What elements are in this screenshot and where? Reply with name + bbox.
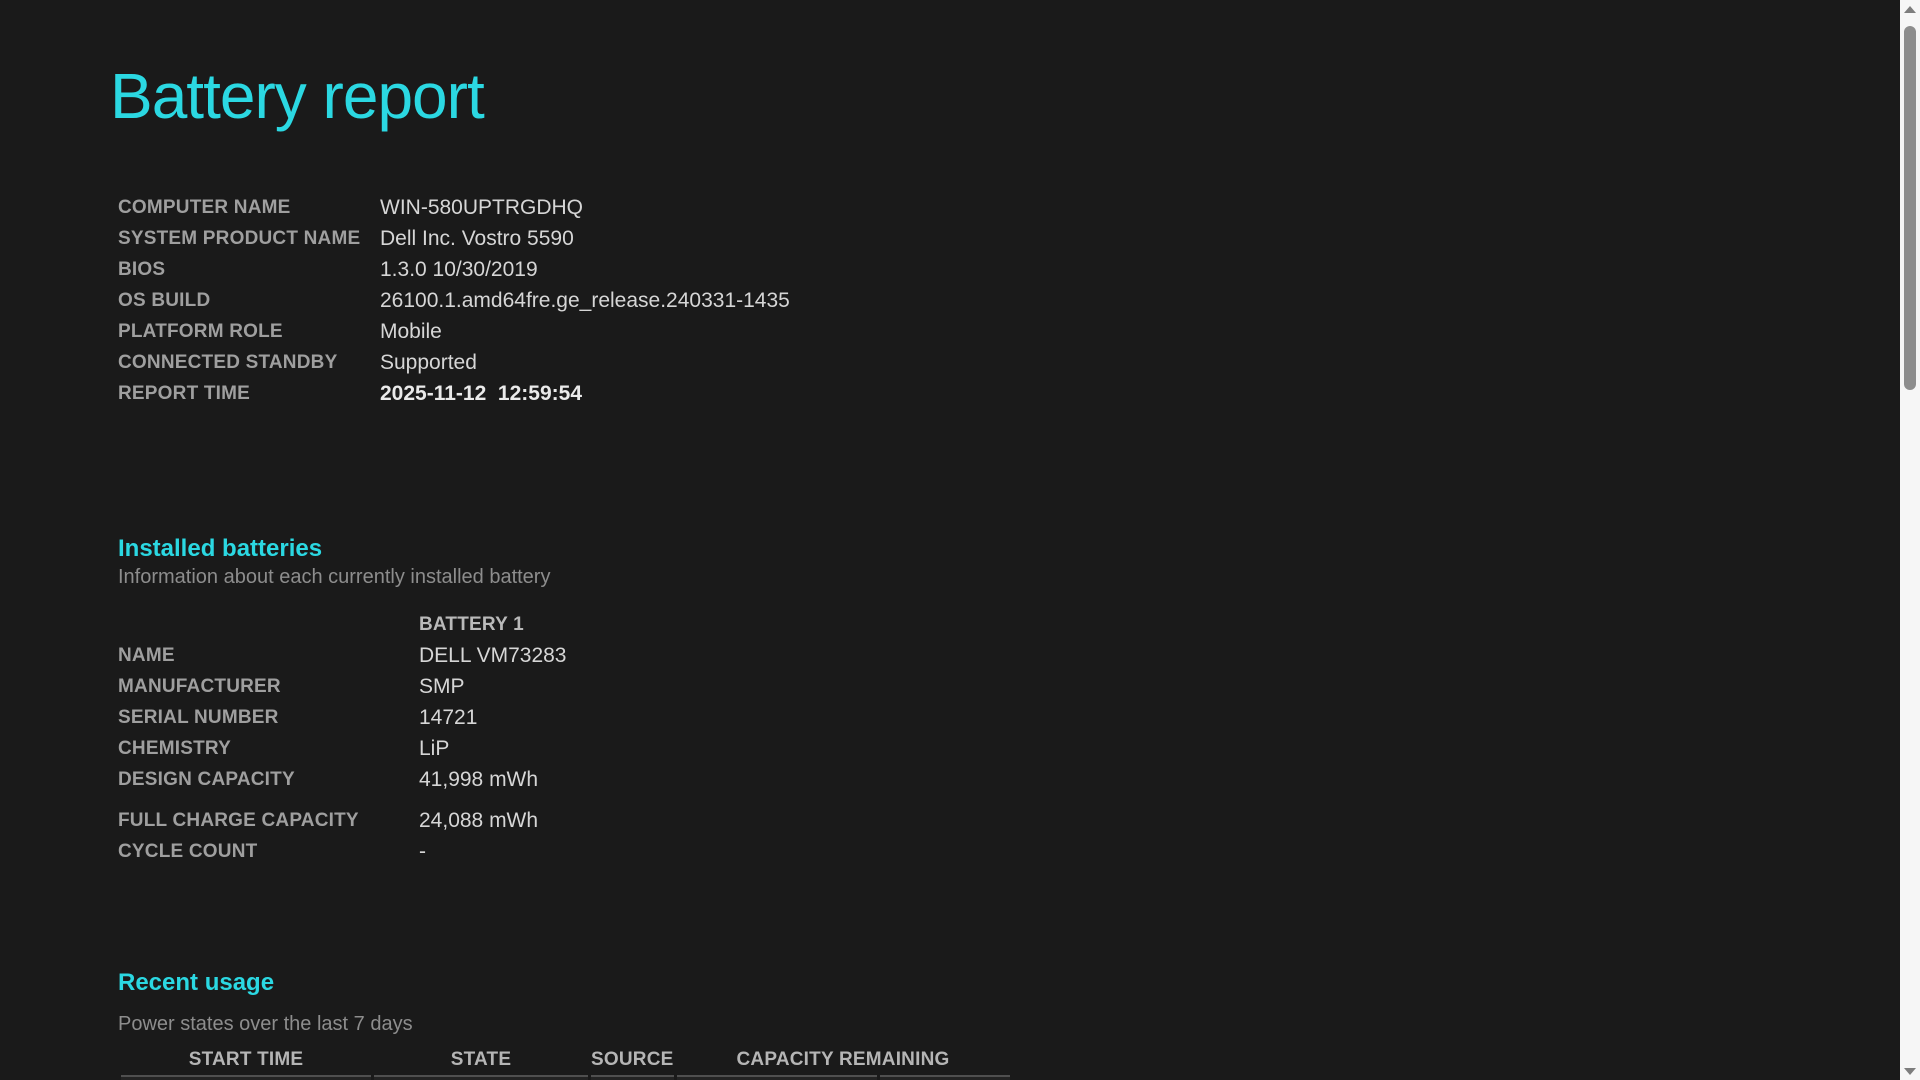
battery-manufacturer-value: SMP xyxy=(419,675,465,699)
battery-cycle-count-label: CYCLE COUNT xyxy=(118,841,258,863)
bios-label: BIOS xyxy=(118,258,166,280)
battery-design-capacity-value: 41,998 mWh xyxy=(419,768,539,792)
usage-cell xyxy=(591,1075,674,1080)
usage-table-header-row: START TIME STATE SOURCE CAPACITY REMAINI… xyxy=(121,1044,1010,1075)
battery-chemistry-label: CHEMISTRY xyxy=(118,738,231,760)
table-row: NAME DELL VM73283 xyxy=(118,640,566,671)
recent-usage-subtitle: Power states over the last 7 days xyxy=(118,1013,413,1036)
system-product-name-value: Dell Inc. Vostro 5590 xyxy=(380,226,574,250)
scroll-up-icon xyxy=(1904,5,1916,13)
table-row: REPORT TIME 2025-11-12 12:59:54 xyxy=(118,378,1280,409)
platform-role-label: PLATFORM ROLE xyxy=(118,320,283,342)
battery-design-capacity-label: DESIGN CAPACITY xyxy=(118,769,295,791)
computer-name-value: WIN-580UPTRGDHQ xyxy=(380,195,584,219)
os-build-label: OS BUILD xyxy=(118,289,211,311)
computer-name-label: COMPUTER NAME xyxy=(118,196,291,218)
battery-full-charge-capacity-label: FULL CHARGE CAPACITY xyxy=(118,810,359,832)
battery-1-column-header: BATTERY 1 xyxy=(419,614,524,636)
table-row: PLATFORM ROLE Mobile xyxy=(118,316,1280,347)
battery-column-spacer xyxy=(118,609,419,640)
table-row: SYSTEM PRODUCT NAME Dell Inc. Vostro 559… xyxy=(118,223,1280,254)
system-info-table: COMPUTER NAME WIN-580UPTRGDHQ SYSTEM PRO… xyxy=(118,192,1280,409)
report-time-value: 2025-11-12 12:59:54 xyxy=(380,381,582,405)
state-column-header: STATE xyxy=(450,1049,512,1071)
table-row: COMPUTER NAME WIN-580UPTRGDHQ xyxy=(118,192,1280,223)
table-row: CYCLE COUNT - xyxy=(118,836,566,867)
table-row: MANUFACTURER SMP xyxy=(118,671,566,702)
recent-usage-table: START TIME STATE SOURCE CAPACITY REMAINI… xyxy=(118,1044,1013,1080)
connected-standby-label: CONNECTED STANDBY xyxy=(118,351,338,373)
usage-table-first-row-clipped xyxy=(121,1075,1010,1080)
table-row: CONNECTED STANDBY Supported xyxy=(118,347,1280,378)
battery-report-page: Battery report COMPUTER NAME WIN-580UPTR… xyxy=(0,60,1920,1080)
usage-cell xyxy=(676,1075,877,1080)
platform-role-value: Mobile xyxy=(380,319,442,343)
report-time-label: REPORT TIME xyxy=(118,382,251,404)
battery-manufacturer-label: MANUFACTURER xyxy=(118,676,281,698)
connected-standby-value: Supported xyxy=(380,350,477,374)
table-row: FULL CHARGE CAPACITY 24,088 mWh xyxy=(118,795,566,836)
installed-batteries-heading: Installed batteries xyxy=(118,534,323,562)
scroll-down-icon xyxy=(1904,1067,1916,1075)
battery-chemistry-value: LiP xyxy=(419,737,450,761)
start-time-column-header: START TIME xyxy=(188,1049,304,1071)
table-row: BIOS 1.3.0 10/30/2019 xyxy=(118,254,1280,285)
battery-full-charge-capacity-value: 24,088 mWh xyxy=(419,809,539,833)
table-row: CHEMISTRY LiP xyxy=(118,733,566,764)
os-build-value: 26100.1.amd64fre.ge_release.240331-1435 xyxy=(380,288,790,312)
scroll-down-button[interactable] xyxy=(1900,1062,1920,1080)
battery-details-table: BATTERY 1 NAME DELL VM73283 MANUFACTURER… xyxy=(118,609,566,867)
installed-batteries-section: Installed batteries Information about ea… xyxy=(118,535,1920,868)
recent-usage-section: Recent usage Power states over the last … xyxy=(118,969,1920,1080)
scrollbar[interactable] xyxy=(1900,0,1920,1080)
bios-value: 1.3.0 10/30/2019 xyxy=(380,257,538,281)
table-row: BATTERY 1 xyxy=(118,609,566,640)
usage-cell xyxy=(879,1075,1010,1080)
table-row: SERIAL NUMBER 14721 xyxy=(118,702,566,733)
installed-batteries-subtitle: Information about each currently install… xyxy=(118,566,551,589)
scrollbar-thumb[interactable] xyxy=(1904,26,1916,390)
table-row: OS BUILD 26100.1.amd64fre.ge_release.240… xyxy=(118,285,1280,316)
battery-name-label: NAME xyxy=(118,645,175,667)
scroll-up-button[interactable] xyxy=(1900,0,1920,18)
battery-name-value: DELL VM73283 xyxy=(419,644,567,668)
recent-usage-heading: Recent usage xyxy=(118,969,275,997)
battery-serial-number-value: 14721 xyxy=(419,706,478,730)
battery-cycle-count-value: - xyxy=(419,840,426,864)
source-column-header: SOURCE xyxy=(591,1049,674,1071)
system-product-name-label: SYSTEM PRODUCT NAME xyxy=(118,227,361,249)
usage-cell xyxy=(374,1075,588,1080)
usage-cell xyxy=(121,1075,371,1080)
capacity-remaining-column-header: CAPACITY REMAINING xyxy=(736,1049,950,1071)
table-row: DESIGN CAPACITY 41,998 mWh xyxy=(118,764,566,795)
page-title: Battery report xyxy=(110,60,485,132)
battery-serial-number-label: SERIAL NUMBER xyxy=(118,707,279,729)
